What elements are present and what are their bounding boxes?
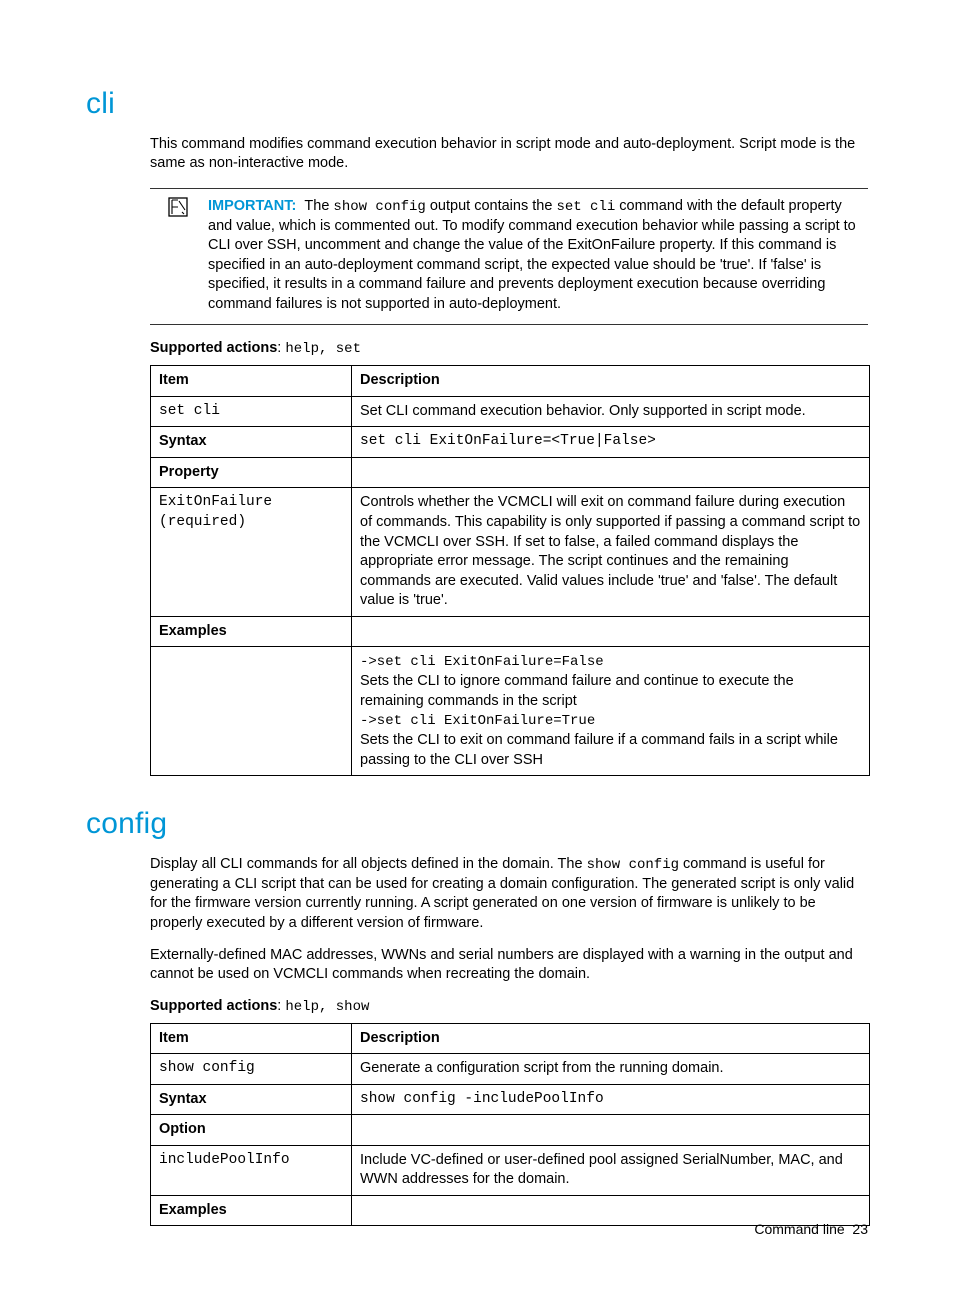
table-row: includePoolInfo Include VC-defined or us…	[151, 1145, 870, 1195]
heading-cli: cli	[86, 84, 868, 125]
cli-table-h1: Item	[151, 366, 352, 397]
config-table-h2: Description	[352, 1023, 870, 1054]
cli-ex1-cmd: ->set cli ExitOnFailure=False	[360, 654, 604, 670]
table-row: ->set cli ExitOnFailure=False Sets the C…	[151, 647, 870, 776]
table-row: Option	[151, 1115, 870, 1146]
config-r1c1: show config	[151, 1054, 352, 1085]
cli-r1c1: set cli	[151, 396, 352, 427]
config-r4c2: Include VC-defined or user-defined pool …	[352, 1145, 870, 1195]
config-r2c1: Syntax	[151, 1084, 352, 1115]
cli-intro: This command modifies command execution …	[150, 135, 868, 174]
config-supported-label: Supported actions	[150, 998, 277, 1014]
config-r3c1: Option	[151, 1115, 352, 1146]
config-p2: Externally-defined MAC addresses, WWNs a…	[150, 946, 868, 985]
table-row: ExitOnFailure (required) Controls whethe…	[151, 488, 870, 616]
table-row: Item Description	[151, 1023, 870, 1054]
cli-r5c2	[352, 616, 870, 647]
table-row: Syntax show config -includePoolInfo	[151, 1084, 870, 1115]
config-table: Item Description show config Generate a …	[150, 1023, 870, 1227]
cli-ex2-cmd: ->set cli ExitOnFailure=True	[360, 713, 595, 729]
important-code2: set cli	[556, 199, 615, 215]
config-r4c1: includePoolInfo	[151, 1145, 352, 1195]
config-p1-pre: Display all CLI commands for all objects…	[150, 856, 587, 872]
important-icon	[168, 197, 188, 217]
important-pre: The	[304, 198, 333, 214]
config-supported-values: help, show	[285, 999, 369, 1015]
table-row: Syntax set cli ExitOnFailure=<True|False…	[151, 427, 870, 458]
config-supported-actions: Supported actions: help, show	[150, 997, 868, 1017]
config-r5c1: Examples	[151, 1195, 352, 1226]
cli-supported-label: Supported actions	[150, 340, 277, 356]
footer-text: Command line	[754, 1221, 844, 1237]
table-row: Examples	[151, 616, 870, 647]
cli-ex-left	[151, 647, 352, 776]
important-code1: show config	[333, 199, 425, 215]
cli-r5c1: Examples	[151, 616, 352, 647]
table-row: Property	[151, 457, 870, 488]
table-row: show config Generate a configuration scr…	[151, 1054, 870, 1085]
config-r1c2: Generate a configuration script from the…	[352, 1054, 870, 1085]
cli-r4c1: ExitOnFailure (required)	[151, 488, 352, 616]
cli-table-h2: Description	[352, 366, 870, 397]
config-r3c2	[352, 1115, 870, 1146]
cli-r4c2: Controls whether the VCMCLI will exit on…	[352, 488, 870, 616]
cli-ex-cell: ->set cli ExitOnFailure=False Sets the C…	[352, 647, 870, 776]
cli-supported-actions: Supported actions: help, set	[150, 339, 868, 359]
important-tail: command with the default property and va…	[208, 198, 856, 312]
config-table-h1: Item	[151, 1023, 352, 1054]
cli-r2c2: set cli ExitOnFailure=<True|False>	[352, 427, 870, 458]
table-row: set cli Set CLI command execution behavi…	[151, 396, 870, 427]
heading-config: config	[86, 804, 868, 845]
page: cli This command modifies command execut…	[0, 0, 954, 1294]
cli-ex1-txt: Sets the CLI to ignore command failure a…	[360, 673, 794, 709]
important-mid1: output contains the	[426, 198, 557, 214]
config-r2c2: show config -includePoolInfo	[352, 1084, 870, 1115]
cli-r2c1: Syntax	[151, 427, 352, 458]
cli-table: Item Description set cli Set CLI command…	[150, 365, 870, 776]
footer-page: 23	[852, 1221, 868, 1237]
cli-r3c1: Property	[151, 457, 352, 488]
cli-r3c2	[352, 457, 870, 488]
important-label: IMPORTANT:	[208, 198, 296, 214]
cli-supported-values: help, set	[285, 341, 361, 357]
config-p1: Display all CLI commands for all objects…	[150, 855, 868, 934]
config-p1-code: show config	[587, 857, 679, 873]
cli-r1c2: Set CLI command execution behavior. Only…	[352, 396, 870, 427]
important-text: IMPORTANT: The show config output contai…	[208, 197, 868, 315]
page-footer: Command line 23	[754, 1220, 868, 1239]
table-row: Item Description	[151, 366, 870, 397]
cli-ex2-txt: Sets the CLI to exit on command failure …	[360, 732, 838, 768]
important-box: IMPORTANT: The show config output contai…	[150, 188, 868, 326]
